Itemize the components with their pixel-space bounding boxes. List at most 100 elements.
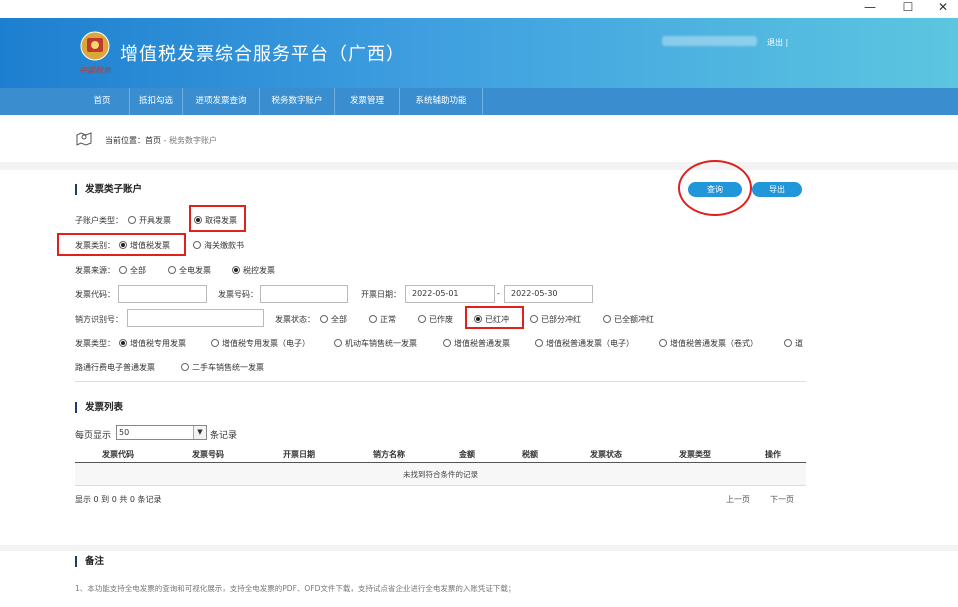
radio-type-vat-special[interactable]: 增值税专用发票	[119, 338, 186, 349]
nav-item-3[interactable]: 税务数字账户	[260, 88, 335, 115]
per-page-prefix: 每页显示	[75, 431, 112, 441]
radio-source-all[interactable]: 全部	[119, 265, 146, 276]
minimize-icon[interactable]: —	[855, 0, 885, 16]
radio-status-normal[interactable]: 正常	[369, 314, 396, 325]
next-page-button[interactable]: 下一页	[770, 494, 794, 505]
col-issue-date[interactable]: 开票日期	[283, 449, 315, 460]
nav-item-0[interactable]: 首页	[75, 88, 130, 115]
radio-type-toll-e[interactable]: 道	[784, 338, 803, 349]
export-button[interactable]: 导出	[752, 182, 802, 197]
nav-item-5[interactable]: 系统辅助功能	[400, 88, 483, 115]
empty-table-message: 未找到符合条件的记录	[75, 463, 806, 486]
invoice-number-input[interactable]	[260, 285, 348, 303]
col-tax[interactable]: 税额	[522, 449, 538, 460]
site-header: 中国税务 增值税发票综合服务平台（广西） 退出 |	[0, 18, 958, 88]
radio-type-vat-special-e[interactable]: 增值税专用发票（电子）	[211, 338, 310, 349]
radio-dot	[784, 339, 792, 347]
nav-bar: 首页 抵扣勾选 进项发票查询 税务数字账户 发票管理 系统辅助功能	[75, 88, 483, 115]
radio-type-vat-general[interactable]: 增值税普通发票	[443, 338, 510, 349]
radio-source-taxcontrol[interactable]: 税控发票	[232, 265, 275, 276]
nav-item-1[interactable]: 抵扣勾选	[130, 88, 183, 115]
radio-dot	[659, 339, 667, 347]
main-panel	[0, 170, 958, 545]
invoice-number-label: 发票号码：	[218, 290, 258, 299]
radio-status-all[interactable]: 全部	[320, 314, 347, 325]
radio-status-full-red[interactable]: 已全额冲红	[603, 314, 654, 325]
radio-dot-selected	[119, 339, 127, 347]
invoice-status-label: 发票状态：	[275, 315, 315, 324]
col-invoice-code[interactable]: 发票代码	[102, 449, 134, 460]
radio-dot	[334, 339, 342, 347]
notes-panel	[0, 545, 958, 607]
annotation-box-status	[465, 306, 524, 329]
svg-text:中国税务: 中国税务	[79, 66, 112, 75]
radio-dot	[320, 315, 328, 323]
col-invoice-number[interactable]: 发票号码	[192, 449, 224, 460]
radio-dot	[418, 315, 426, 323]
col-amount[interactable]: 金额	[459, 449, 475, 460]
radio-subaccount-issue[interactable]: 开具发票	[128, 215, 171, 226]
nav-item-2[interactable]: 进项发票查询	[183, 88, 260, 115]
invoice-code-input[interactable]	[118, 285, 207, 303]
seller-id-label: 销方识别号：	[75, 315, 123, 324]
record-summary: 显示 0 到 0 共 0 条记录	[75, 495, 162, 504]
username-redacted	[662, 36, 757, 46]
radio-dot	[211, 339, 219, 347]
col-actions: 操作	[765, 450, 781, 459]
radio-dot-selected	[232, 266, 240, 274]
invoice-type-label: 发票类型：	[75, 339, 115, 348]
radio-dot	[181, 363, 189, 371]
radio-dot	[119, 266, 127, 274]
radio-dot	[128, 216, 136, 224]
notes-line-1: 1、本功能支持全电发票的查询和可视化展示，支持全电发票的PDF、OFD文件下载，…	[75, 584, 516, 593]
date-separator: -	[497, 289, 500, 298]
per-page-suffix: 条记录	[210, 431, 238, 441]
radio-status-partial-red[interactable]: 已部分冲红	[530, 314, 581, 325]
radio-dot	[535, 339, 543, 347]
annotation-box-receive	[189, 205, 246, 232]
col-seller-name[interactable]: 销方名称	[373, 449, 405, 460]
radio-type-vat-general-roll[interactable]: 增值税普通发票（卷式）	[659, 338, 758, 349]
chevron-down-icon: ▼	[193, 426, 206, 439]
date-from-input[interactable]: 2022-05-01	[405, 285, 495, 303]
invoice-source-label: 发票来源：	[75, 266, 115, 275]
breadcrumb-home[interactable]: 首页	[145, 136, 161, 145]
radio-type-vat-general-e[interactable]: 增值税普通发票（电子）	[535, 338, 634, 349]
maximize-icon[interactable]: ☐	[893, 0, 923, 16]
page-title: 增值税发票综合服务平台（广西）	[120, 44, 405, 65]
radio-dot	[193, 241, 201, 249]
subaccount-type-label: 子账户类型：	[75, 216, 123, 225]
breadcrumb-separator: -	[161, 136, 169, 145]
per-page-select[interactable]: 50 ▼	[116, 425, 207, 440]
radio-status-void[interactable]: 已作废	[418, 314, 453, 325]
annotation-box-category	[57, 233, 186, 256]
invoice-code-label: 发票代码：	[75, 290, 115, 299]
section-title-list: 发票列表	[75, 402, 123, 413]
date-to-input[interactable]: 2022-05-30	[504, 285, 593, 303]
radio-dot	[369, 315, 377, 323]
radio-dot	[168, 266, 176, 274]
nav-item-4[interactable]: 发票管理	[335, 88, 400, 115]
seller-id-input[interactable]	[127, 309, 264, 327]
radio-dot	[530, 315, 538, 323]
section-title-subaccount: 发票类子账户	[75, 184, 142, 195]
radio-dot	[603, 315, 611, 323]
radio-category-customs[interactable]: 海关缴款书	[193, 240, 244, 251]
window-titlebar: — ☐ ✕	[0, 0, 958, 18]
radio-source-fulldigital[interactable]: 全电发票	[168, 265, 211, 276]
breadcrumb-prefix: 当前位置：	[105, 136, 145, 145]
radio-dot	[443, 339, 451, 347]
col-type[interactable]: 发票类型	[679, 449, 711, 460]
radio-type-used-car[interactable]: 二手车销售统一发票	[181, 362, 264, 373]
breadcrumb-current: 税务数字账户	[168, 136, 217, 145]
divider	[75, 381, 806, 382]
location-map-icon	[76, 132, 92, 146]
tax-emblem-logo: 中国税务	[79, 31, 112, 75]
logout-link[interactable]: 退出 |	[767, 37, 788, 48]
breadcrumb: 当前位置：首页 - 税务数字账户	[105, 135, 217, 146]
radio-type-motor-vehicle[interactable]: 机动车销售统一发票	[334, 338, 417, 349]
col-status[interactable]: 发票状态	[590, 449, 622, 460]
close-icon[interactable]: ✕	[928, 0, 958, 16]
main-nav: 首页 抵扣勾选 进项发票查询 税务数字账户 发票管理 系统辅助功能	[0, 88, 958, 115]
prev-page-button[interactable]: 上一页	[726, 494, 750, 505]
